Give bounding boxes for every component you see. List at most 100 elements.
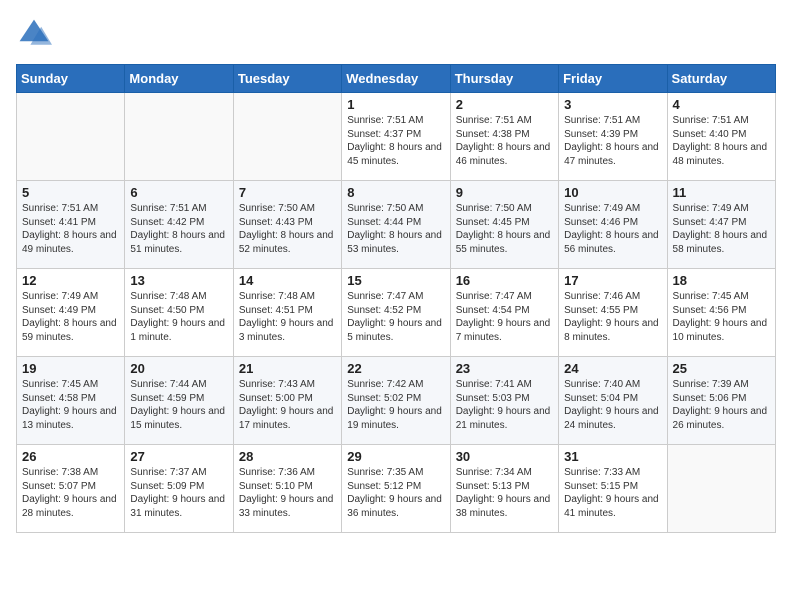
day-number-5: 5 [22,185,119,200]
day-info-24: Sunrise: 7:40 AM Sunset: 5:04 PM Dayligh… [564,378,661,432]
week-row-1: 1Sunrise: 7:51 AM Sunset: 4:37 PM Daylig… [17,93,776,181]
page-header [16,16,776,52]
day-info-5: Sunrise: 7:51 AM Sunset: 4:41 PM Dayligh… [22,202,119,256]
day-info-26: Sunrise: 7:38 AM Sunset: 5:07 PM Dayligh… [22,466,119,520]
empty-cell [233,93,341,181]
day-info-13: Sunrise: 7:48 AM Sunset: 4:50 PM Dayligh… [130,290,227,344]
day-cell-12: 12 Sunrise: 7:49 AM Sunset: 4:49 PM Dayli… [17,269,125,357]
day-number-14: 14 [239,273,336,288]
day-info-4: Sunrise: 7:51 AM Sunset: 4:40 PM Dayligh… [673,114,770,168]
day-cell-8: 8Sunrise: 7:50 AM Sunset: 4:44 PM Daylig… [342,181,450,269]
day-info-14: Sunrise: 7:48 AM Sunset: 4:51 PM Dayligh… [239,290,336,344]
weekday-wednesday: Wednesday [342,65,450,93]
logo-icon [16,16,52,52]
weekday-thursday: Thursday [450,65,558,93]
day-cell-9: 9Sunrise: 7:50 AM Sunset: 4:45 PM Daylig… [450,181,558,269]
day-info-6: Sunrise: 7:51 AM Sunset: 4:42 PM Dayligh… [130,202,227,256]
day-number-24: 24 [564,361,661,376]
day-cell-11: 11 Sunrise: 7:49 AM Sunset: 4:47 PM Dayli… [667,181,775,269]
week-row-5: 26 Sunrise: 7:38 AM Sunset: 5:07 PM Dayli… [17,445,776,533]
day-number-30: 30 [456,449,553,464]
day-number-17: 17 [564,273,661,288]
day-number-20: 20 [130,361,227,376]
day-cell-19: 19Sunrise: 7:45 AM Sunset: 4:58 PM Dayli… [17,357,125,445]
day-number-1: 1 [347,97,444,112]
empty-cell [667,445,775,533]
day-cell-29: 29 Sunrise: 7:35 AM Sunset: 5:12 PM Dayli… [342,445,450,533]
day-number-3: 3 [564,97,661,112]
day-cell-26: 26 Sunrise: 7:38 AM Sunset: 5:07 PM Dayli… [17,445,125,533]
day-number-27: 27 [130,449,227,464]
day-info-27: Sunrise: 7:37 AM Sunset: 5:09 PM Dayligh… [130,466,227,520]
day-info-30: Sunrise: 7:34 AM Sunset: 5:13 PM Dayligh… [456,466,553,520]
day-cell-5: 5 Sunrise: 7:51 AM Sunset: 4:41 PM Daylig… [17,181,125,269]
day-info-12: Sunrise: 7:49 AM Sunset: 4:49 PM Dayligh… [22,290,119,344]
day-info-10: Sunrise: 7:49 AM Sunset: 4:46 PM Dayligh… [564,202,661,256]
day-number-31: 31 [564,449,661,464]
day-number-22: 22 [347,361,444,376]
day-number-15: 15 [347,273,444,288]
week-row-3: 12 Sunrise: 7:49 AM Sunset: 4:49 PM Dayli… [17,269,776,357]
day-info-7: Sunrise: 7:50 AM Sunset: 4:43 PM Dayligh… [239,202,336,256]
day-cell-20: 20 Sunrise: 7:44 AM Sunset: 4:59 PM Dayli… [125,357,233,445]
weekday-monday: Monday [125,65,233,93]
day-number-29: 29 [347,449,444,464]
day-number-18: 18 [673,273,770,288]
day-info-16: Sunrise: 7:47 AM Sunset: 4:54 PM Dayligh… [456,290,553,344]
day-info-3: Sunrise: 7:51 AM Sunset: 4:39 PM Dayligh… [564,114,661,168]
day-cell-6: 6Sunrise: 7:51 AM Sunset: 4:42 PM Daylig… [125,181,233,269]
weekday-saturday: Saturday [667,65,775,93]
day-cell-15: 15Sunrise: 7:47 AM Sunset: 4:52 PM Dayli… [342,269,450,357]
day-info-31: Sunrise: 7:33 AM Sunset: 5:15 PM Dayligh… [564,466,661,520]
day-info-29: Sunrise: 7:35 AM Sunset: 5:12 PM Dayligh… [347,466,444,520]
empty-cell [17,93,125,181]
day-info-17: Sunrise: 7:46 AM Sunset: 4:55 PM Dayligh… [564,290,661,344]
day-number-26: 26 [22,449,119,464]
weekday-sunday: Sunday [17,65,125,93]
day-info-25: Sunrise: 7:39 AM Sunset: 5:06 PM Dayligh… [673,378,770,432]
empty-cell [125,93,233,181]
day-cell-24: 24 Sunrise: 7:40 AM Sunset: 5:04 PM Dayli… [559,357,667,445]
weekday-header-row: SundayMondayTuesdayWednesdayThursdayFrid… [17,65,776,93]
day-cell-1: 1Sunrise: 7:51 AM Sunset: 4:37 PM Daylig… [342,93,450,181]
day-cell-30: 30 Sunrise: 7:34 AM Sunset: 5:13 PM Dayli… [450,445,558,533]
day-number-7: 7 [239,185,336,200]
day-info-11: Sunrise: 7:49 AM Sunset: 4:47 PM Dayligh… [673,202,770,256]
day-cell-17: 17 Sunrise: 7:46 AM Sunset: 4:55 PM Dayli… [559,269,667,357]
day-info-18: Sunrise: 7:45 AM Sunset: 4:56 PM Dayligh… [673,290,770,344]
day-cell-3: 3 Sunrise: 7:51 AM Sunset: 4:39 PM Daylig… [559,93,667,181]
day-number-19: 19 [22,361,119,376]
day-info-28: Sunrise: 7:36 AM Sunset: 5:10 PM Dayligh… [239,466,336,520]
week-row-2: 5 Sunrise: 7:51 AM Sunset: 4:41 PM Daylig… [17,181,776,269]
day-cell-2: 2Sunrise: 7:51 AM Sunset: 4:38 PM Daylig… [450,93,558,181]
day-number-28: 28 [239,449,336,464]
day-number-11: 11 [673,185,770,200]
day-number-25: 25 [673,361,770,376]
day-number-4: 4 [673,97,770,112]
day-cell-28: 28 Sunrise: 7:36 AM Sunset: 5:10 PM Dayli… [233,445,341,533]
day-cell-16: 16Sunrise: 7:47 AM Sunset: 4:54 PM Dayli… [450,269,558,357]
day-number-23: 23 [456,361,553,376]
calendar-table: SundayMondayTuesdayWednesdayThursdayFrid… [16,64,776,533]
day-info-23: Sunrise: 7:41 AM Sunset: 5:03 PM Dayligh… [456,378,553,432]
day-cell-18: 18 Sunrise: 7:45 AM Sunset: 4:56 PM Dayli… [667,269,775,357]
day-number-21: 21 [239,361,336,376]
day-info-8: Sunrise: 7:50 AM Sunset: 4:44 PM Dayligh… [347,202,444,256]
day-cell-7: 7 Sunrise: 7:50 AM Sunset: 4:43 PM Daylig… [233,181,341,269]
calendar-header: SundayMondayTuesdayWednesdayThursdayFrid… [17,65,776,93]
day-cell-21: 21 Sunrise: 7:43 AM Sunset: 5:00 PM Dayli… [233,357,341,445]
day-cell-27: 27 Sunrise: 7:37 AM Sunset: 5:09 PM Dayli… [125,445,233,533]
day-info-2: Sunrise: 7:51 AM Sunset: 4:38 PM Dayligh… [456,114,553,168]
day-cell-25: 25 Sunrise: 7:39 AM Sunset: 5:06 PM Dayli… [667,357,775,445]
week-row-4: 19Sunrise: 7:45 AM Sunset: 4:58 PM Dayli… [17,357,776,445]
day-cell-31: 31 Sunrise: 7:33 AM Sunset: 5:15 PM Dayli… [559,445,667,533]
day-info-21: Sunrise: 7:43 AM Sunset: 5:00 PM Dayligh… [239,378,336,432]
day-info-20: Sunrise: 7:44 AM Sunset: 4:59 PM Dayligh… [130,378,227,432]
day-cell-13: 13Sunrise: 7:48 AM Sunset: 4:50 PM Dayli… [125,269,233,357]
logo [16,16,56,52]
day-cell-22: 22Sunrise: 7:42 AM Sunset: 5:02 PM Dayli… [342,357,450,445]
day-number-12: 12 [22,273,119,288]
day-cell-23: 23 Sunrise: 7:41 AM Sunset: 5:03 PM Dayli… [450,357,558,445]
day-cell-10: 10Sunrise: 7:49 AM Sunset: 4:46 PM Dayli… [559,181,667,269]
day-info-9: Sunrise: 7:50 AM Sunset: 4:45 PM Dayligh… [456,202,553,256]
